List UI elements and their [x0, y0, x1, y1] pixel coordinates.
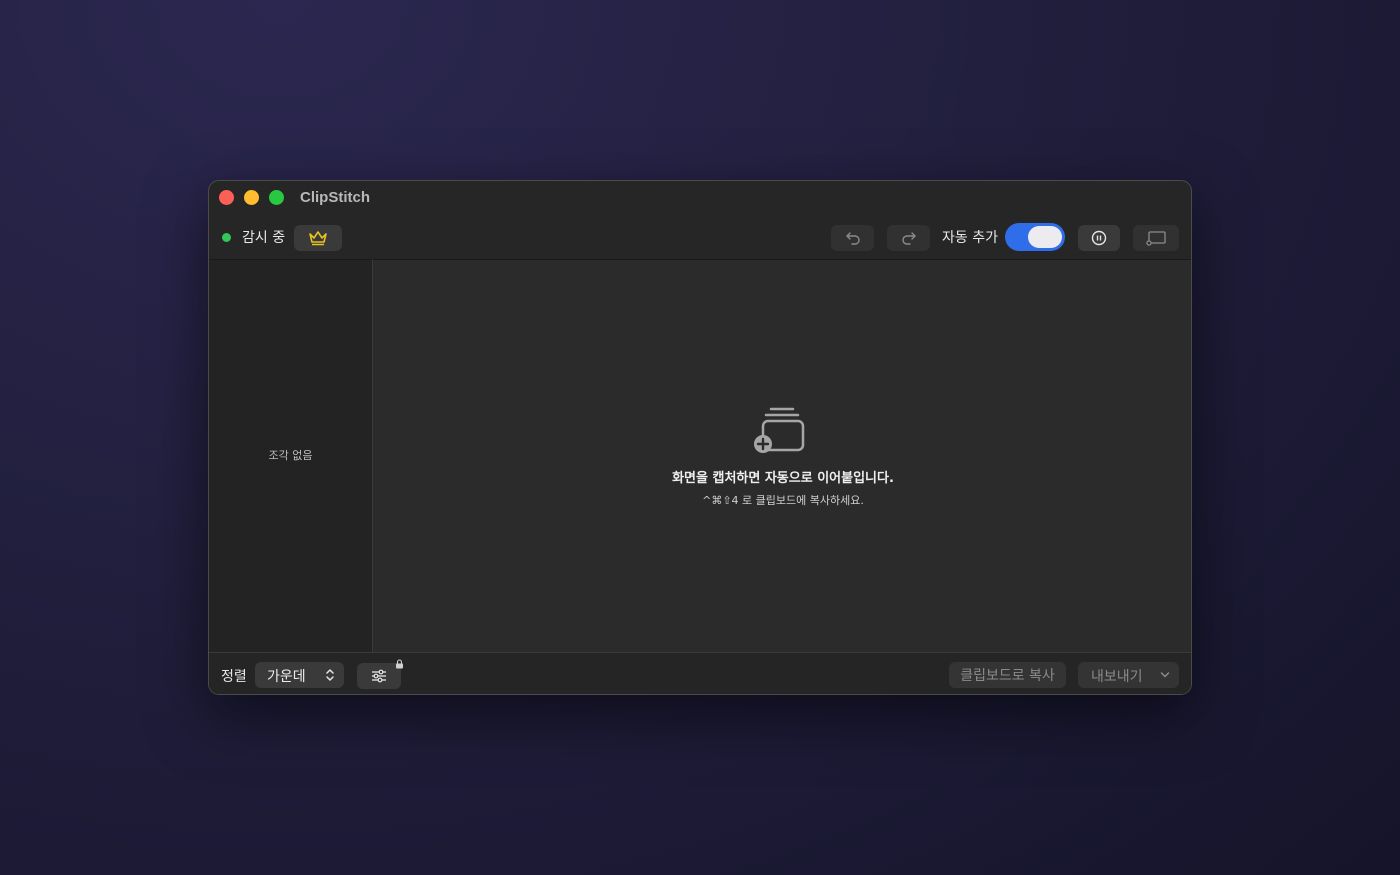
up-down-chevron-icon: [326, 669, 334, 681]
sidebar-empty-text: 조각 없음: [268, 449, 313, 462]
undo-arrow-icon: [845, 232, 860, 245]
align-select[interactable]: 가운데: [255, 662, 344, 688]
app-window: ClipStitch 감시 중 자동 추가 조각 없음 화면을 캡처하면 자동으…: [208, 180, 1192, 695]
auto-add-toggle[interactable]: [1005, 223, 1065, 251]
sidebar: 조각 없음: [209, 259, 373, 652]
align-select-value: 가운데: [267, 669, 306, 685]
minimize-window-button[interactable]: [244, 190, 259, 205]
undo-button[interactable]: [831, 225, 874, 251]
pause-circle-icon: [1091, 230, 1107, 246]
screen-cast-icon: [1146, 231, 1166, 246]
export-button[interactable]: 내보내기: [1078, 662, 1179, 688]
status-label: 감시 중: [242, 230, 286, 246]
export-label: 내보내기: [1091, 669, 1143, 685]
lock-icon: [396, 659, 403, 669]
title-bar[interactable]: ClipStitch: [209, 181, 1191, 215]
redo-arrow-icon: [901, 232, 916, 245]
close-window-button[interactable]: [219, 190, 234, 205]
canvas-area: 화면을 캡처하면 자동으로 이어붙입니다. ^⌘⇧4 로 클립보드에 복사하세요…: [373, 259, 1191, 652]
redo-button[interactable]: [887, 225, 930, 251]
empty-state-title: 화면을 캡처하면 자동으로 이어붙입니다.: [672, 471, 894, 486]
status-indicator: [222, 233, 231, 242]
chevron-down-icon: [1160, 672, 1170, 678]
auto-add-label: 자동 추가: [942, 230, 998, 246]
pause-button[interactable]: [1078, 225, 1120, 251]
window-title: ClipStitch: [300, 189, 370, 206]
crown-icon: [309, 231, 327, 246]
toolbar: 감시 중 자동 추가: [209, 215, 1191, 259]
maximize-window-button[interactable]: [269, 190, 284, 205]
stack-add-icon: [754, 407, 805, 453]
premium-button[interactable]: [294, 225, 342, 251]
copy-to-clipboard-button[interactable]: 클립보드로 복사: [949, 662, 1066, 688]
sliders-icon: [372, 669, 386, 683]
bottom-bar: 정렬 가운데 클립보드로 복사 내보내기: [209, 652, 1191, 694]
cast-button[interactable]: [1133, 225, 1179, 251]
align-label: 정렬: [221, 669, 247, 685]
toggle-knob: [1028, 226, 1062, 248]
empty-state-hint: ^⌘⇧4 로 클립보드에 복사하세요.: [702, 494, 864, 507]
